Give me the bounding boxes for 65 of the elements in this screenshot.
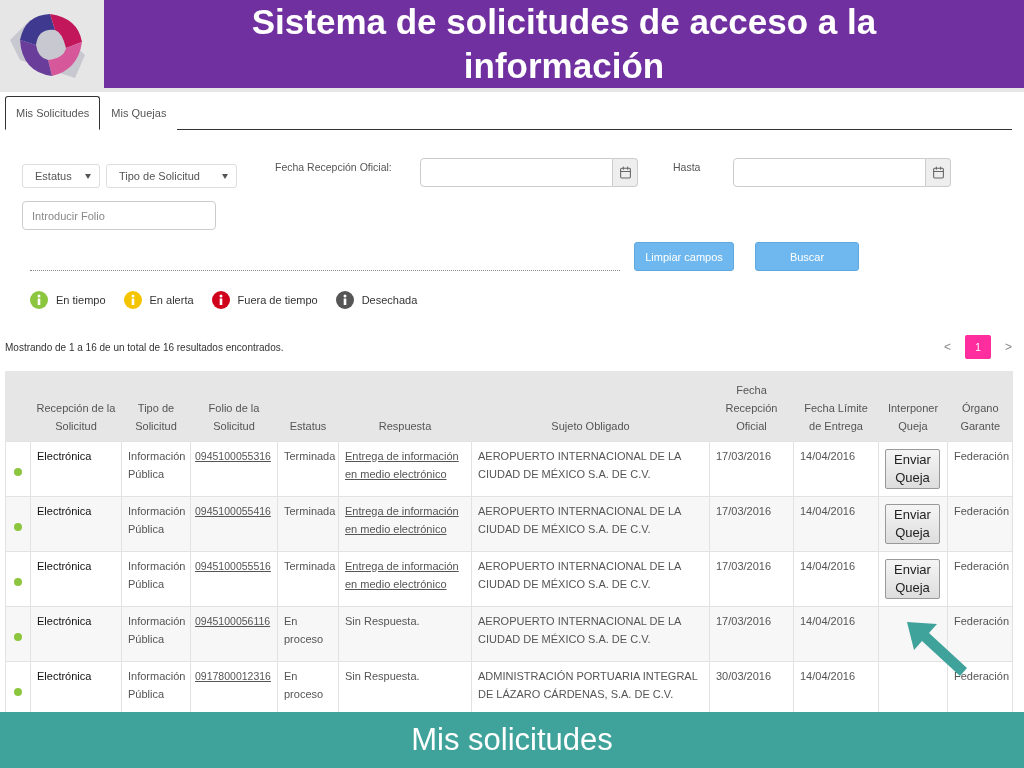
column-header: Recepción de la Solicitud — [30, 371, 122, 441]
column-header: Sujeto Obligado — [471, 371, 710, 441]
table-cell: AEROPUERTO INTERNACIONAL DE LA CIUDAD DE MÉXICO S.A. DE C.V. — [471, 606, 710, 661]
caption-text: Mis solicitudes — [411, 722, 613, 758]
table-cell: AEROPUERTO INTERNACIONAL DE LA CIUDAD DE MÉXICO S.A. DE C.V. — [471, 441, 710, 496]
complaint-button[interactable]: Enviar Queja — [885, 503, 940, 544]
table-cell: 14/04/2016 — [793, 441, 879, 496]
field-label: Hasta — [673, 161, 702, 173]
page-title: Sistema de solicitudes de acceso a la información — [250, 1, 878, 87]
column-header: Respuesta — [338, 371, 472, 441]
table-cell: 17/03/2016 — [709, 551, 794, 606]
date-field[interactable] — [733, 158, 926, 187]
table-cell: 14/04/2016 — [793, 606, 879, 661]
table-cell: Información Pública — [121, 606, 191, 661]
table-cell: Federación — [947, 496, 1013, 551]
table-cell: En proceso — [277, 606, 339, 661]
table-cell: 14/04/2016 — [793, 496, 879, 551]
table-cell: 17/03/2016 — [709, 496, 794, 551]
table-cell: Terminada — [277, 551, 339, 606]
table-cell: Terminada — [277, 441, 339, 496]
table-cell: Información Pública — [121, 441, 191, 496]
calendar-button[interactable] — [613, 158, 638, 187]
caret-icon — [222, 173, 228, 179]
column-header: Fecha Recepción Oficial — [709, 371, 794, 441]
calendar-button[interactable] — [926, 158, 951, 187]
field-label: Fecha Recepción Oficial: — [275, 161, 393, 173]
table-cell: Electrónica — [30, 441, 122, 496]
column-header: Interponer Queja — [878, 371, 948, 441]
next-page[interactable]: > — [1005, 340, 1012, 354]
table-cell: Federación — [947, 441, 1013, 496]
table-cell: 17/03/2016 — [709, 441, 794, 496]
tab[interactable]: Mis Solicitudes — [5, 96, 101, 130]
legend-label: En alerta — [149, 294, 194, 306]
folio-field[interactable]: Introducir Folio — [22, 201, 216, 230]
table-cell: Federación — [947, 551, 1013, 606]
table-cell: Terminada — [277, 496, 339, 551]
table-cell: Electrónica — [30, 551, 122, 606]
complaint-button[interactable]: Enviar Queja — [885, 448, 940, 489]
table-cell: AEROPUERTO INTERNACIONAL DE LA CIUDAD DE MÉXICO S.A. DE C.V. — [471, 496, 710, 551]
legend-label: Fuera de tiempo — [237, 294, 318, 306]
calendar-icon — [931, 166, 945, 179]
column-header: Fecha Límite de Entrega — [793, 371, 879, 441]
legend-label: Desechada — [361, 294, 418, 306]
calendar-icon — [618, 166, 632, 179]
table-cell: Electrónica — [30, 606, 122, 661]
column-header: Tipo de Solicitud — [121, 371, 191, 441]
results-summary: Mostrando de 1 a 16 de un total de 16 resultados encontrados. — [5, 341, 284, 353]
table-cell: Federación — [947, 606, 1013, 661]
complaint-button[interactable]: Enviar Queja — [885, 558, 940, 599]
dropdown[interactable]: Estatus — [22, 164, 100, 188]
caret-icon — [85, 173, 91, 179]
table-cell: Electrónica — [30, 496, 122, 551]
previous-page[interactable]: < — [943, 340, 951, 354]
dropdown[interactable]: Tipo de Solicitud — [106, 164, 237, 188]
table-cell: 14/04/2016 — [793, 551, 879, 606]
table-cell: Información Pública — [121, 496, 191, 551]
table-cell: Información Pública — [121, 551, 191, 606]
column-header: Folio de la Solicitud — [190, 371, 278, 441]
table-cell: 17/03/2016 — [709, 606, 794, 661]
column-header: Órgano Garante — [947, 371, 1013, 441]
legend-label: En tiempo — [56, 294, 106, 306]
column-header: Estatus — [277, 371, 339, 441]
table-cell: Sin Respuesta. — [338, 606, 472, 661]
date-field[interactable] — [420, 158, 613, 187]
table-cell: AEROPUERTO INTERNACIONAL DE LA CIUDAD DE MÉXICO S.A. DE C.V. — [471, 551, 710, 606]
